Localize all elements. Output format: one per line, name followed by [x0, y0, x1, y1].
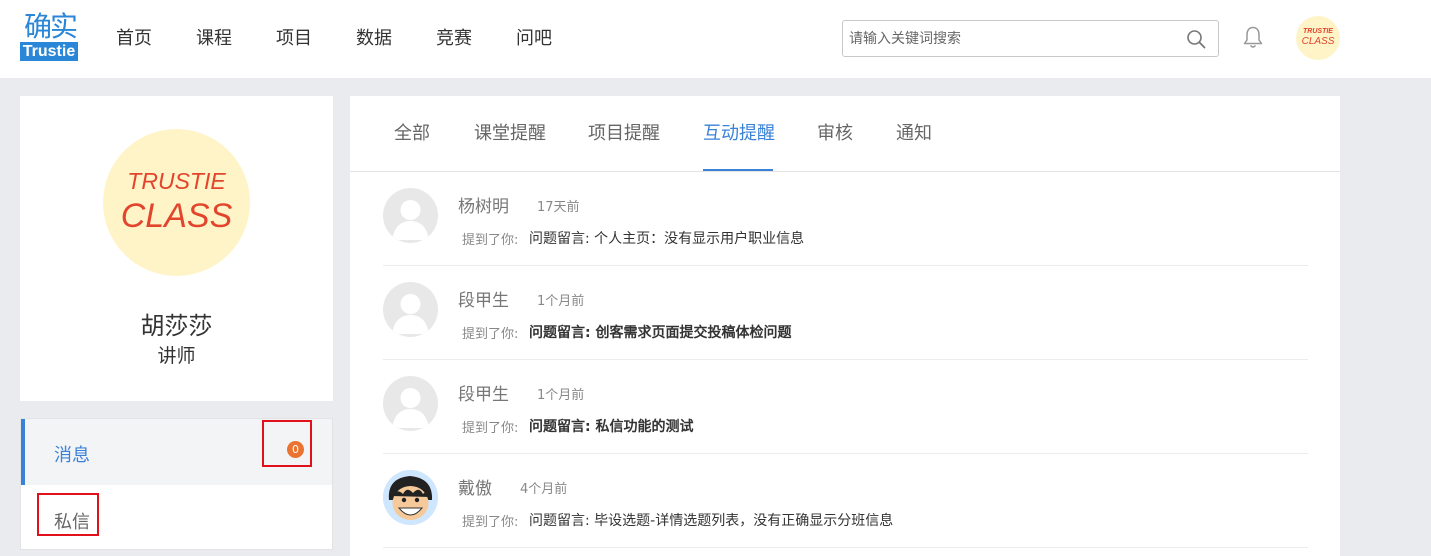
sender-name[interactable]: 段甲生	[458, 286, 509, 311]
sender-name[interactable]: 戴傲	[458, 474, 492, 499]
profile-role: 讲师	[157, 345, 196, 367]
default-avatar-icon[interactable]	[383, 188, 438, 243]
tab-project-reminders[interactable]: 项目提醒	[588, 122, 660, 146]
message-item[interactable]: 杨树明 17天前 提到了你: 问题留言: 个人主页：没有显示用户职业信息	[383, 172, 1308, 266]
tab-notifications[interactable]: 通知	[896, 122, 932, 146]
message-time: 17天前	[537, 200, 580, 215]
nav-projects[interactable]: 项目	[276, 26, 312, 52]
message-item[interactable]: 戴傲 4个月前 提到了你: 问题留言: 毕设选题-详情选题列表，没有正确显示分班…	[383, 454, 1308, 548]
message-tabs: 全部 课堂提醒 项目提醒 互动提醒 审核 通知	[350, 96, 1340, 172]
main-nav: 首页 课程 项目 数据 竞赛 问吧	[116, 26, 596, 52]
message-content[interactable]: 问题留言: 私信功能的测试	[529, 416, 693, 436]
user-avatar[interactable]: TRUSTIE CLASS	[1296, 16, 1340, 60]
mention-label: 提到了你:	[462, 233, 519, 248]
message-time: 1个月前	[537, 388, 585, 403]
cartoon-avatar-icon[interactable]	[383, 470, 438, 525]
highlight-box-badge	[262, 420, 312, 467]
logo-english-text: Trustie	[20, 42, 78, 61]
nav-data[interactable]: 数据	[356, 26, 392, 52]
sender-name[interactable]: 杨树明	[458, 192, 509, 217]
sender-name[interactable]: 段甲生	[458, 380, 509, 405]
side-menu: 消息 0 私信	[20, 418, 333, 550]
profile-card: TRUSTIE CLASS 胡莎莎 讲师	[20, 96, 333, 401]
mention-label: 提到了你:	[462, 327, 519, 342]
search-input[interactable]	[849, 27, 1169, 51]
message-item[interactable]: 段甲生 1个月前 提到了你: 问题留言: 私信功能的测试	[383, 360, 1308, 454]
nav-forum[interactable]: 问吧	[516, 26, 552, 52]
trustie-logo[interactable]: 确实 Trustie	[20, 11, 78, 61]
profile-avatar-line1: TRUSTIE	[127, 168, 226, 194]
avatar-text-line1: TRUSTIE	[1303, 28, 1333, 35]
bell-icon[interactable]	[1242, 25, 1264, 49]
active-tab-indicator	[703, 169, 773, 171]
search-box	[842, 20, 1219, 57]
tab-class-reminders[interactable]: 课堂提醒	[474, 122, 546, 146]
search-icon[interactable]	[1186, 29, 1206, 49]
default-avatar-icon[interactable]	[383, 376, 438, 431]
mention-label: 提到了你:	[462, 515, 519, 530]
message-content[interactable]: 问题留言: 个人主页：没有显示用户职业信息	[529, 228, 804, 248]
nav-competition[interactable]: 竞赛	[436, 26, 472, 52]
avatar-text-line2: CLASS	[1301, 36, 1335, 47]
message-item[interactable]: 段甲生 1个月前 提到了你: 问题留言: 创客需求页面提交投稿体检问题	[383, 266, 1308, 360]
nav-courses[interactable]: 课程	[196, 26, 232, 52]
message-time: 4个月前	[520, 482, 568, 497]
mention-label: 提到了你:	[462, 421, 519, 436]
message-content[interactable]: 问题留言: 毕设选题-详情选题列表，没有正确显示分班信息	[529, 510, 893, 530]
tab-all[interactable]: 全部	[394, 122, 430, 146]
tab-interaction-reminders[interactable]: 互动提醒	[703, 122, 775, 146]
profile-avatar: TRUSTIE CLASS	[103, 129, 250, 276]
nav-home[interactable]: 首页	[116, 26, 152, 52]
default-avatar-icon[interactable]	[383, 282, 438, 337]
message-time: 1个月前	[537, 294, 585, 309]
profile-avatar-line2: CLASS	[120, 197, 233, 235]
highlight-box-private-messages	[37, 493, 99, 536]
tab-review[interactable]: 审核	[817, 122, 853, 146]
logo-chinese-text: 确实	[24, 10, 78, 43]
message-content[interactable]: 问题留言: 创客需求页面提交投稿体检问题	[529, 322, 791, 342]
profile-name: 胡莎莎	[140, 312, 213, 340]
main-panel: 全部 课堂提醒 项目提醒 互动提醒 审核 通知 杨树明 17天前 提到了你: 问…	[350, 96, 1340, 556]
top-header: 确实 Trustie 首页 课程 项目 数据 竞赛 问吧 TRUSTIE CLA…	[0, 0, 1431, 78]
side-menu-label: 消息	[54, 445, 90, 466]
